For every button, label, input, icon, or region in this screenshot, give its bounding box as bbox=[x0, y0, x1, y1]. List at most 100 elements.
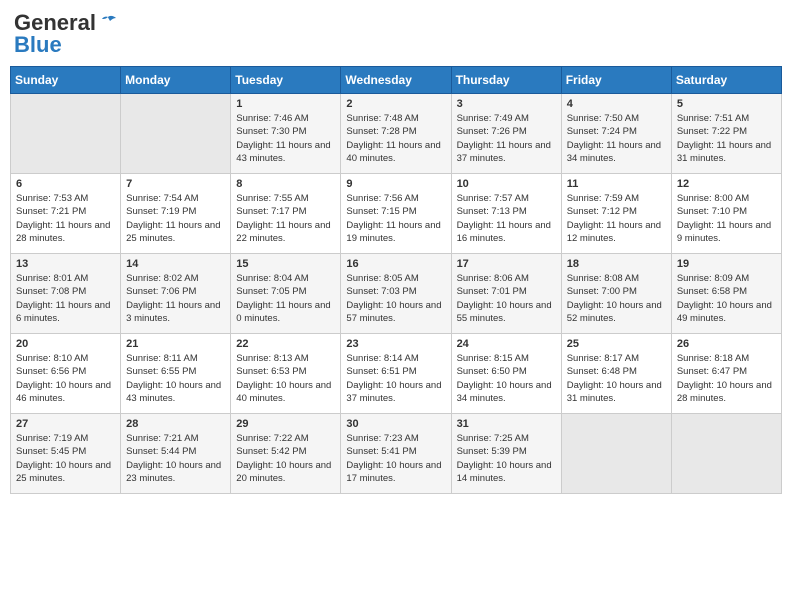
calendar-week-1: 1 Sunrise: 7:46 AM Sunset: 7:30 PM Dayli… bbox=[11, 94, 782, 174]
sunrise: Sunrise: 7:50 AM bbox=[567, 113, 639, 124]
calendar-cell: 6 Sunrise: 7:53 AM Sunset: 7:21 PM Dayli… bbox=[11, 174, 121, 254]
calendar-cell: 2 Sunrise: 7:48 AM Sunset: 7:28 PM Dayli… bbox=[341, 94, 451, 174]
cell-content: Sunrise: 8:17 AM Sunset: 6:48 PM Dayligh… bbox=[567, 352, 666, 405]
sunset: Sunset: 6:47 PM bbox=[677, 366, 747, 377]
daylight: Daylight: 11 hours and 43 minutes. bbox=[236, 140, 330, 164]
cell-content: Sunrise: 8:00 AM Sunset: 7:10 PM Dayligh… bbox=[677, 192, 776, 245]
calendar-week-4: 20 Sunrise: 8:10 AM Sunset: 6:56 PM Dayl… bbox=[11, 334, 782, 414]
day-number: 22 bbox=[236, 338, 335, 350]
day-number: 5 bbox=[677, 98, 776, 110]
calendar-cell: 22 Sunrise: 8:13 AM Sunset: 6:53 PM Dayl… bbox=[231, 334, 341, 414]
sunset: Sunset: 7:21 PM bbox=[16, 206, 86, 217]
sunset: Sunset: 5:42 PM bbox=[236, 446, 306, 457]
calendar-cell: 9 Sunrise: 7:56 AM Sunset: 7:15 PM Dayli… bbox=[341, 174, 451, 254]
sunset: Sunset: 6:51 PM bbox=[346, 366, 416, 377]
day-number: 27 bbox=[16, 418, 115, 430]
sunset: Sunset: 6:48 PM bbox=[567, 366, 637, 377]
sunrise: Sunrise: 8:00 AM bbox=[677, 193, 749, 204]
day-number: 6 bbox=[16, 178, 115, 190]
sunset: Sunset: 7:12 PM bbox=[567, 206, 637, 217]
cell-content: Sunrise: 7:46 AM Sunset: 7:30 PM Dayligh… bbox=[236, 112, 335, 165]
day-number: 11 bbox=[567, 178, 666, 190]
sunset: Sunset: 6:53 PM bbox=[236, 366, 306, 377]
day-number: 9 bbox=[346, 178, 445, 190]
day-header-wednesday: Wednesday bbox=[341, 67, 451, 94]
sunrise: Sunrise: 8:15 AM bbox=[457, 353, 529, 364]
cell-content: Sunrise: 7:56 AM Sunset: 7:15 PM Dayligh… bbox=[346, 192, 445, 245]
calendar-cell bbox=[11, 94, 121, 174]
calendar-cell: 23 Sunrise: 8:14 AM Sunset: 6:51 PM Dayl… bbox=[341, 334, 451, 414]
calendar-body: 1 Sunrise: 7:46 AM Sunset: 7:30 PM Dayli… bbox=[11, 94, 782, 494]
day-number: 7 bbox=[126, 178, 225, 190]
sunset: Sunset: 7:15 PM bbox=[346, 206, 416, 217]
daylight: Daylight: 11 hours and 3 minutes. bbox=[126, 300, 220, 324]
sunset: Sunset: 7:10 PM bbox=[677, 206, 747, 217]
daylight: Daylight: 10 hours and 37 minutes. bbox=[346, 380, 441, 404]
calendar-cell: 28 Sunrise: 7:21 AM Sunset: 5:44 PM Dayl… bbox=[121, 414, 231, 494]
day-number: 19 bbox=[677, 258, 776, 270]
cell-content: Sunrise: 7:54 AM Sunset: 7:19 PM Dayligh… bbox=[126, 192, 225, 245]
logo-bird-icon bbox=[98, 15, 118, 31]
cell-content: Sunrise: 7:55 AM Sunset: 7:17 PM Dayligh… bbox=[236, 192, 335, 245]
daylight: Daylight: 10 hours and 34 minutes. bbox=[457, 380, 552, 404]
daylight: Daylight: 10 hours and 57 minutes. bbox=[346, 300, 441, 324]
sunrise: Sunrise: 8:08 AM bbox=[567, 273, 639, 284]
day-number: 10 bbox=[457, 178, 556, 190]
sunrise: Sunrise: 8:06 AM bbox=[457, 273, 529, 284]
cell-content: Sunrise: 8:11 AM Sunset: 6:55 PM Dayligh… bbox=[126, 352, 225, 405]
cell-content: Sunrise: 7:23 AM Sunset: 5:41 PM Dayligh… bbox=[346, 432, 445, 485]
day-number: 4 bbox=[567, 98, 666, 110]
cell-content: Sunrise: 7:53 AM Sunset: 7:21 PM Dayligh… bbox=[16, 192, 115, 245]
daylight: Daylight: 10 hours and 46 minutes. bbox=[16, 380, 111, 404]
day-header-monday: Monday bbox=[121, 67, 231, 94]
day-number: 21 bbox=[126, 338, 225, 350]
day-number: 14 bbox=[126, 258, 225, 270]
daylight: Daylight: 11 hours and 16 minutes. bbox=[457, 220, 551, 244]
cell-content: Sunrise: 8:01 AM Sunset: 7:08 PM Dayligh… bbox=[16, 272, 115, 325]
page-header: General Blue bbox=[10, 10, 782, 58]
sunset: Sunset: 7:24 PM bbox=[567, 126, 637, 137]
sunrise: Sunrise: 8:05 AM bbox=[346, 273, 418, 284]
calendar-table: SundayMondayTuesdayWednesdayThursdayFrid… bbox=[10, 66, 782, 494]
calendar-week-2: 6 Sunrise: 7:53 AM Sunset: 7:21 PM Dayli… bbox=[11, 174, 782, 254]
sunset: Sunset: 7:26 PM bbox=[457, 126, 527, 137]
calendar-cell bbox=[561, 414, 671, 494]
calendar-cell: 20 Sunrise: 8:10 AM Sunset: 6:56 PM Dayl… bbox=[11, 334, 121, 414]
sunset: Sunset: 5:39 PM bbox=[457, 446, 527, 457]
day-header-tuesday: Tuesday bbox=[231, 67, 341, 94]
day-number: 26 bbox=[677, 338, 776, 350]
sunrise: Sunrise: 7:23 AM bbox=[346, 433, 418, 444]
cell-content: Sunrise: 8:02 AM Sunset: 7:06 PM Dayligh… bbox=[126, 272, 225, 325]
daylight: Daylight: 11 hours and 12 minutes. bbox=[567, 220, 661, 244]
sunrise: Sunrise: 7:49 AM bbox=[457, 113, 529, 124]
sunset: Sunset: 7:01 PM bbox=[457, 286, 527, 297]
cell-content: Sunrise: 7:50 AM Sunset: 7:24 PM Dayligh… bbox=[567, 112, 666, 165]
daylight: Daylight: 10 hours and 14 minutes. bbox=[457, 460, 552, 484]
day-number: 24 bbox=[457, 338, 556, 350]
calendar-cell: 29 Sunrise: 7:22 AM Sunset: 5:42 PM Dayl… bbox=[231, 414, 341, 494]
calendar-cell: 1 Sunrise: 7:46 AM Sunset: 7:30 PM Dayli… bbox=[231, 94, 341, 174]
calendar-cell bbox=[671, 414, 781, 494]
sunrise: Sunrise: 8:04 AM bbox=[236, 273, 308, 284]
sunrise: Sunrise: 8:18 AM bbox=[677, 353, 749, 364]
daylight: Daylight: 10 hours and 52 minutes. bbox=[567, 300, 662, 324]
cell-content: Sunrise: 8:10 AM Sunset: 6:56 PM Dayligh… bbox=[16, 352, 115, 405]
calendar-cell: 14 Sunrise: 8:02 AM Sunset: 7:06 PM Dayl… bbox=[121, 254, 231, 334]
daylight: Daylight: 10 hours and 17 minutes. bbox=[346, 460, 441, 484]
day-number: 13 bbox=[16, 258, 115, 270]
cell-content: Sunrise: 7:19 AM Sunset: 5:45 PM Dayligh… bbox=[16, 432, 115, 485]
daylight: Daylight: 11 hours and 19 minutes. bbox=[346, 220, 440, 244]
sunrise: Sunrise: 8:10 AM bbox=[16, 353, 88, 364]
daylight: Daylight: 11 hours and 34 minutes. bbox=[567, 140, 661, 164]
logo-blue: Blue bbox=[14, 32, 62, 58]
day-number: 3 bbox=[457, 98, 556, 110]
sunset: Sunset: 6:50 PM bbox=[457, 366, 527, 377]
calendar-cell: 8 Sunrise: 7:55 AM Sunset: 7:17 PM Dayli… bbox=[231, 174, 341, 254]
calendar-cell: 21 Sunrise: 8:11 AM Sunset: 6:55 PM Dayl… bbox=[121, 334, 231, 414]
daylight: Daylight: 11 hours and 0 minutes. bbox=[236, 300, 330, 324]
sunrise: Sunrise: 8:09 AM bbox=[677, 273, 749, 284]
daylight: Daylight: 11 hours and 28 minutes. bbox=[16, 220, 110, 244]
sunset: Sunset: 6:55 PM bbox=[126, 366, 196, 377]
sunset: Sunset: 7:28 PM bbox=[346, 126, 416, 137]
daylight: Daylight: 10 hours and 49 minutes. bbox=[677, 300, 772, 324]
